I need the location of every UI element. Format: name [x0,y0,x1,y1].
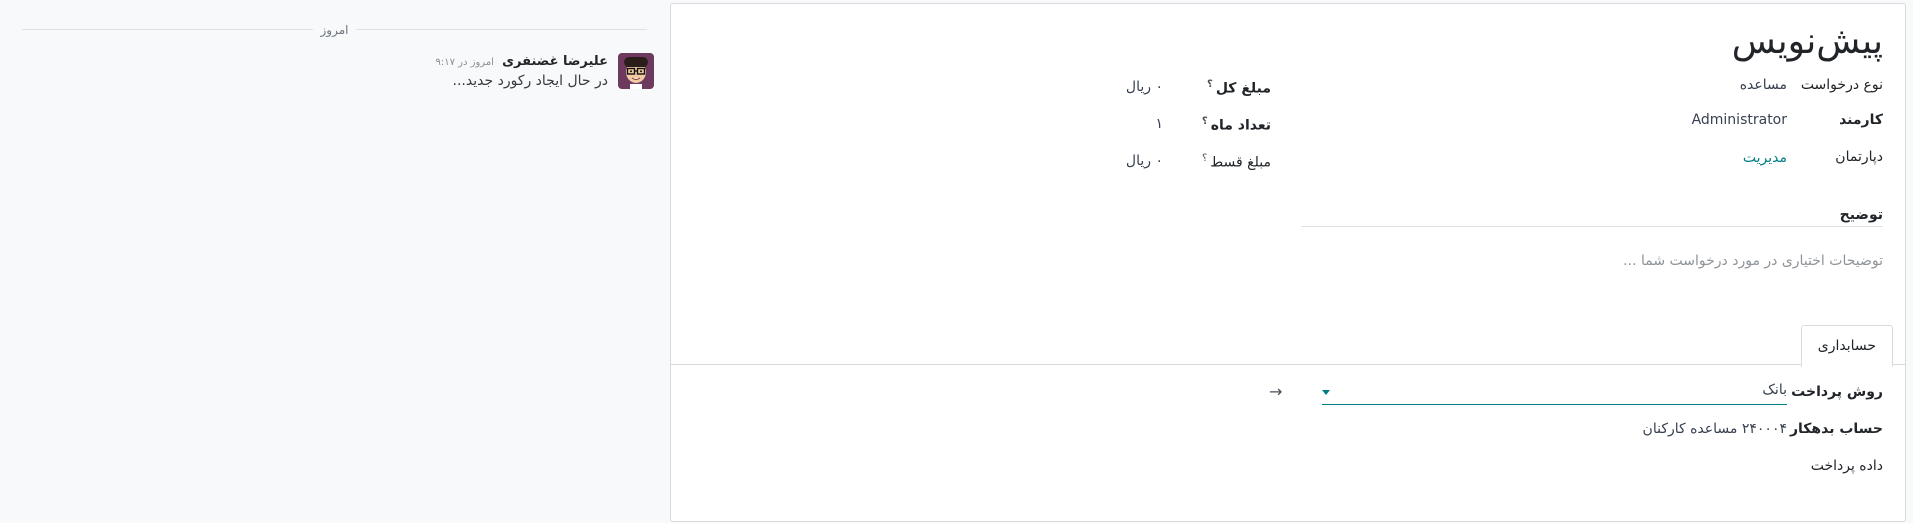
open-record-arrow-icon[interactable]: → [1269,383,1282,401]
help-icon[interactable]: ؟ [1202,116,1208,127]
employee-label: کارمند [1839,112,1883,128]
request-type-value[interactable]: مساعده [1740,75,1787,95]
payment-data-label: داده پرداخت [1810,458,1883,474]
help-icon[interactable]: ؟ [1202,153,1207,164]
debit-account-label: حساب بدهکار [1789,421,1883,437]
chatter-panel: امروز علیرضا غضنفری امروز در ۹:۱۷ در حال… [0,0,668,523]
months-count-value[interactable]: ۱ [1155,114,1163,134]
payment-method-select[interactable]: بانک [1322,380,1787,405]
department-link[interactable]: مدیریت [1743,148,1787,168]
months-count-label-text: تعداد ماه [1210,117,1271,134]
chatter-message: علیرضا غضنفری امروز در ۹:۱۷ در حال ایجاد… [34,53,654,93]
date-separator-label: امروز [312,20,357,40]
notebook-divider [671,364,1905,365]
avatar[interactable] [618,53,654,89]
date-separator: امروز [22,20,647,40]
total-amount-label: مبلغ کل؟ [1207,75,1271,99]
description-header: توضیح [1301,204,1883,227]
debit-account-value[interactable]: ۲۴۰۰۰۴ مساعده کارکنان [1643,419,1787,439]
chevron-down-icon[interactable] [1322,390,1330,395]
months-count-label: تعداد ماه؟ [1202,112,1271,136]
department-label: دپارتمان [1835,149,1883,165]
record-title: پیش‌نویس [1731,21,1883,62]
message-header: علیرضا غضنفری امروز در ۹:۱۷ [436,54,608,69]
employee-value[interactable]: Administrator [1692,110,1787,130]
payment-method-value: بانک [1762,382,1787,398]
installment-amount-label: مبلغ قسط؟ [1202,149,1271,173]
form-sheet: پیش‌نویس نوع درخواست مساعده کارمند Admin… [670,3,1906,522]
help-icon[interactable]: ؟ [1207,79,1213,90]
installment-amount-value: ۰ ریال [1125,153,1163,169]
message-body: در حال ایجاد رکورد جدید... [452,73,608,89]
installment-amount-label-text: مبلغ قسط [1210,154,1271,171]
total-amount-label-text: مبلغ کل [1215,80,1271,97]
payment-method-label: روش پرداخت [1791,384,1883,400]
description-field[interactable]: توضیحات اختیاری در مورد درخواست شما ... [1623,253,1883,269]
description-label: توضیح [1839,207,1883,223]
message-author[interactable]: علیرضا غضنفری [502,54,608,69]
message-time: امروز در ۹:۱۷ [435,57,494,68]
request-type-label: نوع درخواست [1800,77,1883,93]
tab-accounting[interactable]: حسابداری [1800,325,1893,367]
total-amount-value: ۰ ریال [1125,79,1163,95]
